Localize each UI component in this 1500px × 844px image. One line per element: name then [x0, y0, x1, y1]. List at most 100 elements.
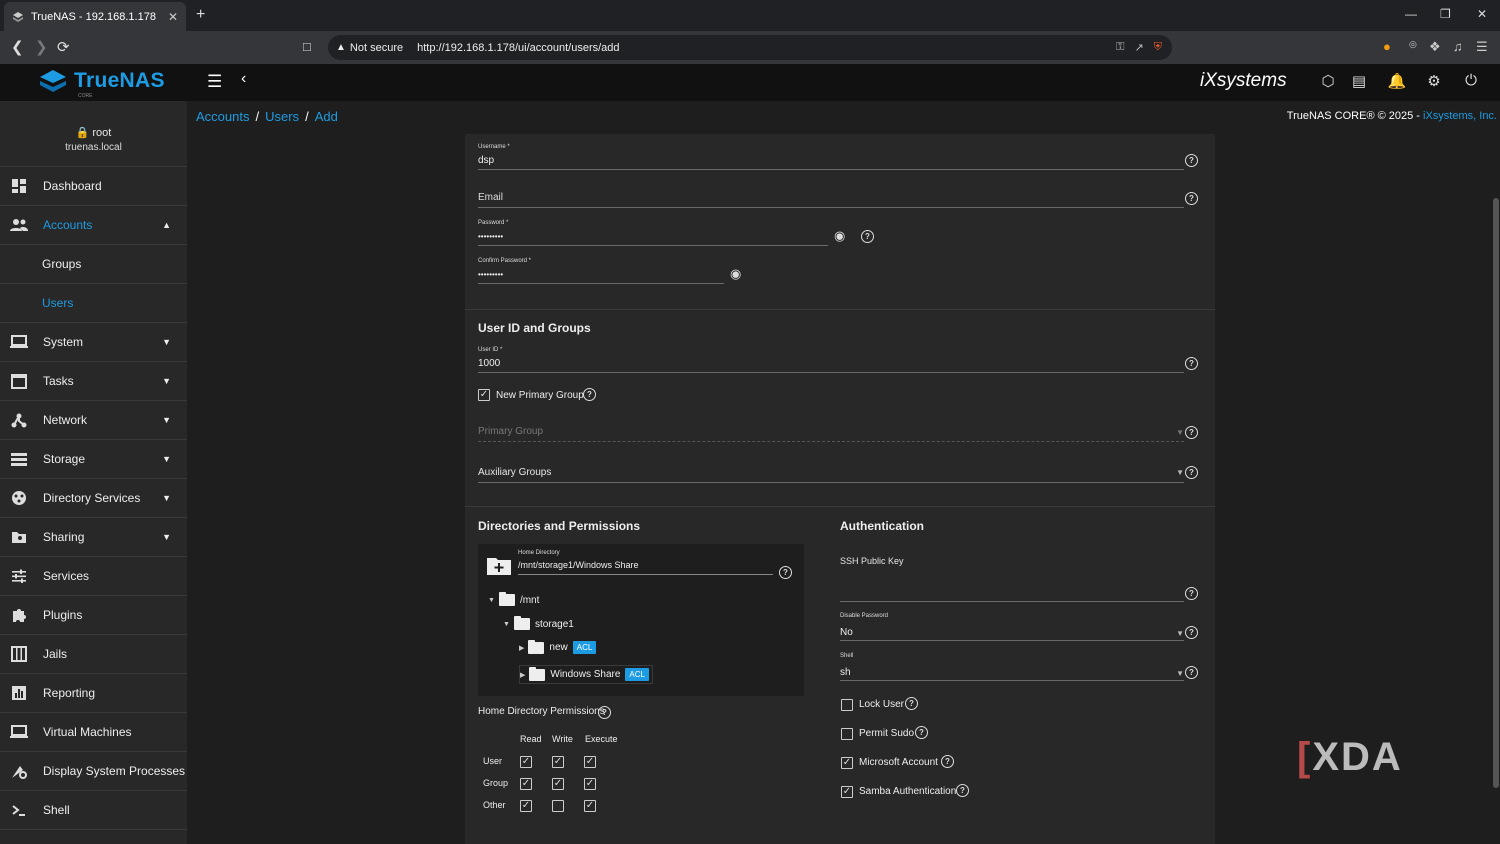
help-icon[interactable]: ? [1185, 357, 1198, 370]
back-icon[interactable]: ❮ [11, 38, 24, 56]
chevron-left-icon[interactable]: ‹ [241, 70, 246, 88]
perm-group-execute-checkbox[interactable]: ✓ [584, 778, 596, 790]
lock-user-checkbox[interactable] [841, 699, 853, 711]
home-directory-field[interactable]: Home Directory /mnt/storage1/Windows Sha… [518, 550, 773, 575]
help-icon[interactable]: ? [1185, 466, 1198, 479]
permit-sudo-checkbox[interactable] [841, 728, 853, 740]
breadcrumb-add[interactable]: Add [315, 109, 338, 124]
sidebar-item-dashboard[interactable]: Dashboard [0, 167, 187, 206]
confirm-password-input[interactable]: ••••••••• [478, 270, 503, 279]
help-icon[interactable]: ? [1185, 192, 1198, 205]
tree-node-new[interactable]: ▶ new ACL [519, 639, 597, 654]
eye-off-icon[interactable]: ◉ [730, 266, 741, 282]
share-icon[interactable]: ↗ [1135, 41, 1144, 54]
auxiliary-groups-select[interactable]: Auxiliary Groups ▼ [478, 464, 1184, 483]
help-icon[interactable]: ? [941, 755, 954, 768]
microsoft-account-checkbox[interactable]: ✓ [841, 757, 853, 769]
task-manager-icon[interactable]: ▤ [1349, 72, 1369, 92]
perm-group-read-checkbox[interactable]: ✓ [520, 778, 532, 790]
truecommand-icon[interactable]: ⬡ [1318, 72, 1338, 92]
help-icon[interactable]: ? [1185, 626, 1198, 639]
tree-node-storage1[interactable]: ▼ storage1 [503, 616, 574, 630]
help-icon[interactable]: ? [915, 726, 928, 739]
truenas-logo[interactable]: TrueNAS CORE [38, 69, 165, 99]
perm-other-read-checkbox[interactable]: ✓ [520, 800, 532, 812]
sidebar-item-groups[interactable]: Groups [0, 245, 187, 284]
sidebar-item-sharing[interactable]: Sharing ▼ [0, 518, 187, 557]
help-icon[interactable]: ? [598, 706, 611, 719]
ixsystems-logo[interactable]: iXsystems [1200, 70, 1287, 92]
extension-icon[interactable]: ● [1383, 39, 1391, 54]
sidebar-item-display-system-processes[interactable]: Display System Processes [0, 752, 187, 791]
tree-node-windows-share[interactable]: ▶ Windows Share ACL [519, 665, 653, 684]
disable-password-select[interactable]: Disable Password No ▼ [840, 613, 1184, 641]
close-tab-icon[interactable]: ✕ [168, 10, 178, 24]
perm-user-execute-checkbox[interactable]: ✓ [584, 756, 596, 768]
sidebar-item-shell[interactable]: Shell [0, 791, 187, 830]
sidebar-item-accounts[interactable]: Accounts ▲ [0, 206, 187, 245]
sidebar-item-reporting[interactable]: Reporting [0, 674, 187, 713]
help-icon[interactable]: ? [905, 697, 918, 710]
ixsystems-link[interactable]: iXsystems, Inc. [1423, 110, 1497, 122]
menu-icon[interactable]: ☰ [1476, 39, 1488, 55]
perm-user-read-checkbox[interactable]: ✓ [520, 756, 532, 768]
tree-node-mnt[interactable]: ▼/mnt [488, 592, 539, 606]
sidebar-item-virtual-machines[interactable]: Virtual Machines [0, 713, 187, 752]
username-field[interactable]: Username * dsp [478, 144, 1184, 170]
sidebar-item-services[interactable]: Services [0, 557, 187, 596]
home-directory-input[interactable]: /mnt/storage1/Windows Share [518, 560, 639, 570]
username-input[interactable]: dsp [478, 155, 494, 166]
extension-count-icon[interactable]: ◎ [1409, 39, 1417, 50]
sidebar-item-directory-services[interactable]: Directory Services ▼ [0, 479, 187, 518]
create-folder-icon[interactable] [487, 556, 511, 575]
minimize-button[interactable]: — [1405, 7, 1417, 21]
perm-group-write-checkbox[interactable]: ✓ [552, 778, 564, 790]
bookmark-icon[interactable]: □ [303, 39, 311, 54]
sidebar-item-tasks[interactable]: Tasks ▼ [0, 362, 187, 401]
eye-off-icon[interactable]: ◉ [834, 228, 845, 244]
confirm-password-field[interactable]: Confirm Password * ••••••••• [478, 258, 724, 284]
breadcrumb-users[interactable]: Users [265, 109, 299, 124]
perm-other-execute-checkbox[interactable]: ✓ [584, 800, 596, 812]
breadcrumb-accounts[interactable]: Accounts [196, 109, 249, 124]
restore-button[interactable]: ❐ [1440, 7, 1451, 21]
help-icon[interactable]: ? [583, 388, 596, 401]
bell-icon[interactable]: 🔔 [1387, 72, 1407, 92]
sidebar-item-storage[interactable]: Storage ▼ [0, 440, 187, 479]
perm-other-write-checkbox[interactable] [552, 800, 564, 812]
help-icon[interactable]: ? [779, 566, 792, 579]
password-field[interactable]: Password * ••••••••• [478, 220, 828, 246]
help-icon[interactable]: ? [956, 784, 969, 797]
power-icon[interactable]: ⏻ [1461, 72, 1481, 92]
password-input[interactable]: ••••••••• [478, 232, 503, 241]
forward-icon[interactable]: ❯ [35, 38, 48, 56]
sidebar-item-plugins[interactable]: Plugins [0, 596, 187, 635]
user-id-input[interactable]: 1000 [478, 358, 500, 369]
reload-icon[interactable]: ⟳ [57, 38, 70, 56]
sidebar-item-system[interactable]: System ▼ [0, 323, 187, 362]
email-field[interactable]: Email [478, 192, 1184, 208]
samba-authentication-checkbox[interactable]: ✓ [841, 786, 853, 798]
media-icon[interactable]: ♫ [1453, 39, 1463, 54]
hamburger-menu-icon[interactable]: ☰ [207, 72, 222, 92]
new-primary-group-checkbox[interactable]: ✓ [478, 389, 490, 401]
help-icon[interactable]: ? [1185, 587, 1198, 600]
shell-select[interactable]: Shell sh ▼ [840, 653, 1184, 681]
gear-icon[interactable]: ⚙ [1424, 72, 1444, 92]
sidebar-item-users[interactable]: Users [0, 284, 187, 323]
browser-tab[interactable]: TrueNAS - 192.168.1.178 ✕ [4, 2, 186, 31]
new-tab-button[interactable]: + [196, 6, 205, 24]
sidebar-item-jails[interactable]: Jails [0, 635, 187, 674]
url-text[interactable]: http://192.168.1.178/ui/account/users/ad… [417, 42, 1116, 54]
perm-user-write-checkbox[interactable]: ✓ [552, 756, 564, 768]
key-icon[interactable]: ⚿ [1116, 41, 1124, 54]
window-close-button[interactable]: ✕ [1477, 7, 1487, 21]
scrollbar[interactable] [1493, 198, 1499, 788]
help-icon[interactable]: ? [1185, 426, 1198, 439]
sidebar-item-network[interactable]: Network ▼ [0, 401, 187, 440]
primary-group-select[interactable]: Primary Group ▼ [478, 424, 1184, 442]
ssh-key-field[interactable]: SSH Public Key [840, 554, 1184, 602]
brave-shield-icon[interactable]: ⛨ [1154, 41, 1162, 54]
user-id-field[interactable]: User ID * 1000 [478, 347, 1184, 373]
help-icon[interactable]: ? [861, 230, 874, 243]
